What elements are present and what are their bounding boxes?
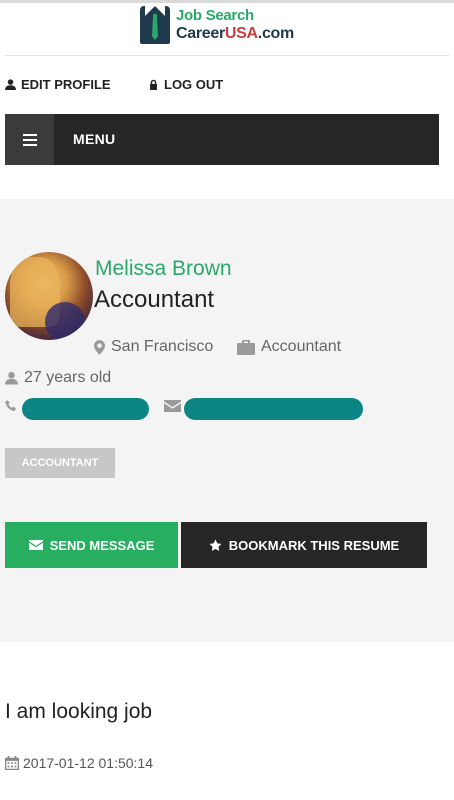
user-icon	[5, 371, 18, 385]
logo-text-line2: CareerUSA.com	[176, 25, 294, 42]
looking-for-text: I am looking job	[5, 700, 153, 723]
age-text: 27 years old	[24, 369, 112, 386]
envelope-icon	[28, 540, 43, 550]
menu-icon	[22, 133, 37, 146]
logo-text-line1: Job Search	[176, 7, 254, 24]
location: San Francisco	[94, 338, 213, 356]
email	[164, 400, 181, 412]
edit-profile-link[interactable]: EDIT PROFILE	[5, 77, 111, 92]
menu-label: MENU	[73, 131, 116, 147]
phone-icon	[5, 400, 16, 412]
calendar-icon	[5, 756, 19, 770]
candidate-name[interactable]: Melissa Brown	[95, 257, 232, 281]
user-icon	[5, 79, 16, 90]
bookmark-resume-button[interactable]: BOOKMARK THIS RESUME	[181, 522, 427, 568]
email-redaction	[184, 398, 363, 420]
age: 27 years old	[5, 369, 111, 387]
star-icon	[209, 539, 222, 551]
lock-icon	[150, 79, 157, 90]
log-out-link[interactable]: LOG OUT	[148, 77, 223, 92]
send-message-button[interactable]: SEND MESSAGE	[5, 522, 178, 568]
phone-redaction	[22, 398, 149, 420]
logo-shirt-icon	[140, 6, 170, 44]
posted-date: 2017-01-12 01:50:14	[5, 755, 153, 771]
location-text: San Francisco	[111, 338, 214, 355]
map-marker-icon	[94, 339, 105, 355]
send-message-label: SEND MESSAGE	[49, 537, 155, 553]
phone	[5, 400, 17, 412]
envelope-icon	[164, 400, 181, 412]
category-text: Accountant	[261, 338, 342, 355]
top-border	[0, 0, 454, 3]
category: Accountant	[237, 338, 341, 356]
candidate-title: Accountant	[94, 286, 215, 313]
menu-toggle-button[interactable]	[5, 114, 54, 165]
posted-date-text: 2017-01-12 01:50:14	[23, 755, 153, 771]
bookmark-label: BOOKMARK THIS RESUME	[228, 537, 400, 553]
edit-profile-label: EDIT PROFILE	[21, 77, 111, 92]
menu-bar[interactable]: MENU	[5, 114, 439, 165]
avatar	[5, 252, 93, 340]
briefcase-icon	[237, 339, 255, 355]
log-out-label: LOG OUT	[164, 77, 224, 92]
header-divider	[5, 55, 449, 56]
category-tag[interactable]: ACCOUNTANT	[5, 448, 115, 478]
site-logo[interactable]: Job Search CareerUSA.com	[140, 6, 320, 46]
